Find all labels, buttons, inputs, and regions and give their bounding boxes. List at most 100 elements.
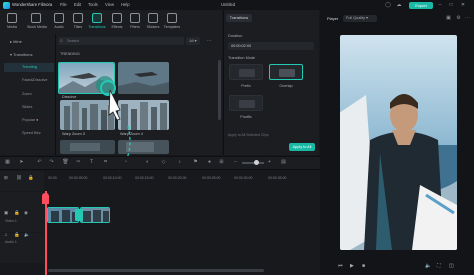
clip-thumbnail [81,208,109,222]
tool-filters[interactable]: Filters [126,13,144,34]
snap-icon[interactable]: ⊞ [218,159,225,166]
nav-label: Popular [22,118,36,122]
titles-icon [73,13,83,23]
media-icon [7,13,17,23]
tool-stock-media[interactable]: Stock Media [27,13,47,34]
track-lock-icon[interactable]: 🔒 [14,232,20,238]
playhead[interactable] [45,191,47,275]
export-button[interactable]: Export [409,1,433,9]
link-icon[interactable]: ⛓ [16,175,22,181]
player-tab[interactable]: Player [327,16,338,21]
tool-label: Templates [163,25,181,29]
apply-to-all-button[interactable]: Apply to All [289,143,315,151]
zoom-slider-handle[interactable] [254,160,259,165]
tool-label: Stickers [146,25,160,29]
keyframe-icon[interactable]: ◇ [160,159,167,166]
ruler-time: 00:00:20:00 [168,176,187,180]
tool-titles[interactable]: Titles [69,13,87,34]
duration-field[interactable]: 00:00:02:00 [228,42,314,50]
speed-icon[interactable]: ◔ [122,159,129,166]
zoom-in-icon[interactable]: + [266,159,273,166]
nav-mine[interactable]: ▸ Mine [4,37,54,46]
split-icon[interactable]: ✂ [75,159,82,166]
marker-icon[interactable]: ⚑ [192,159,199,166]
track-mute-icon[interactable]: 🔈 [24,232,30,238]
color-icon[interactable]: ◐ [144,159,151,166]
snapshot-icon[interactable]: ▣ [445,15,452,22]
filter-dropdown[interactable]: All ▾ [186,37,200,45]
minimize-icon[interactable]: – [437,2,443,8]
track-visibility-icon[interactable]: ◉ [24,210,28,216]
tool-templates[interactable]: Templates [163,13,181,34]
menu-edit[interactable]: Edit [74,2,81,7]
search-input[interactable]: Search [58,37,184,45]
mode-prefix[interactable] [229,64,263,80]
tool-effects[interactable]: Effects [108,13,126,34]
close-icon[interactable]: ✕ [460,2,466,8]
nav-popular[interactable]: Popular ● [4,116,54,125]
preview-viewer[interactable] [340,35,457,250]
mode-overlap[interactable] [269,64,303,80]
tool-transitions[interactable]: Transitions [88,13,106,34]
record-icon[interactable]: ● [206,159,213,166]
play-icon[interactable]: ▶ [350,263,354,269]
track-label: Audio 1 [5,240,17,244]
stock-media-icon [31,13,41,23]
account-icon[interactable]: ◯ [385,2,391,8]
tool-stickers[interactable]: Stickers [144,13,162,34]
nav-transitions[interactable]: ▾ Transitions [4,50,54,59]
mode-postfix[interactable] [229,95,263,111]
tool-audio[interactable]: Audio [50,13,68,34]
track-lock-icon[interactable]: 🔒 [14,210,20,216]
stop-icon[interactable]: ■ [362,263,365,269]
menu-view[interactable]: View [105,2,114,7]
more-icon[interactable]: ⋯ [464,15,471,22]
fullscreen-icon[interactable]: ⛶ [437,263,441,269]
transition-drop-marker[interactable] [75,209,83,221]
prefix-icon [239,69,255,77]
lock-icon[interactable]: 🔒 [28,175,34,181]
overlap-icon [279,69,295,77]
crop-tool-icon[interactable]: ⌗ [102,159,109,166]
pointer-icon[interactable]: ➤ [18,159,25,166]
tool-label: Filters [130,25,140,29]
volume-icon[interactable]: 🔈 [425,263,431,269]
tool-label: Audio [54,25,64,29]
delete-icon[interactable]: 🗑 [62,159,69,166]
tool-media[interactable]: Media [3,13,21,34]
timeline-scrollbar[interactable] [48,269,264,272]
zoom-slider[interactable] [242,162,264,164]
add-track-icon[interactable]: ⊞ [4,175,8,181]
tab-transitions[interactable]: Transitions [226,14,252,22]
menu-tools[interactable]: Tools [88,2,98,7]
timeline-clip-2[interactable] [80,207,110,223]
redo-icon[interactable]: ↷ [48,159,55,166]
menu-file[interactable]: File [60,2,67,7]
undo-icon[interactable]: ↶ [36,159,43,166]
nav-zoom[interactable]: Zoom [4,90,54,99]
settings-icon[interactable]: ⚙ [455,15,462,22]
prev-frame-icon[interactable]: ⏮ [338,263,343,269]
more-icon[interactable]: ⋯ [204,37,214,45]
search-placeholder: Search [67,39,80,43]
nav-fade-dissolve[interactable]: Fade&Dissolve [4,76,54,85]
text-icon[interactable]: T [88,159,95,166]
audio-edit-icon[interactable]: ♪ [176,159,183,166]
nav-slides[interactable]: Slides [4,103,54,112]
quality-dropdown[interactable]: Full Quality ▾ [343,15,377,22]
ruler-time: 00:00:35:00 [268,176,287,180]
nav-speed-blur[interactable]: Speed Blur [4,129,54,138]
crop-icon[interactable]: ◫ [449,263,454,269]
menu-help[interactable]: Help [121,2,130,7]
mode-label: Postfix [240,115,252,119]
nav-trending[interactable]: Trending [4,63,54,72]
apply-selected-checkbox[interactable]: Apply to All Selected Clips [228,133,269,137]
cloud-icon[interactable]: ☁ [396,2,402,8]
zoom-out-icon[interactable]: − [232,159,239,166]
section-label: TRENDING [60,52,80,56]
grid-view-icon[interactable]: ▤ [280,159,287,166]
layout-icon[interactable]: ▦ [4,159,11,166]
templates-icon [167,13,177,23]
grid-scrollbar[interactable] [218,60,221,120]
maximize-icon[interactable]: □ [448,2,454,8]
